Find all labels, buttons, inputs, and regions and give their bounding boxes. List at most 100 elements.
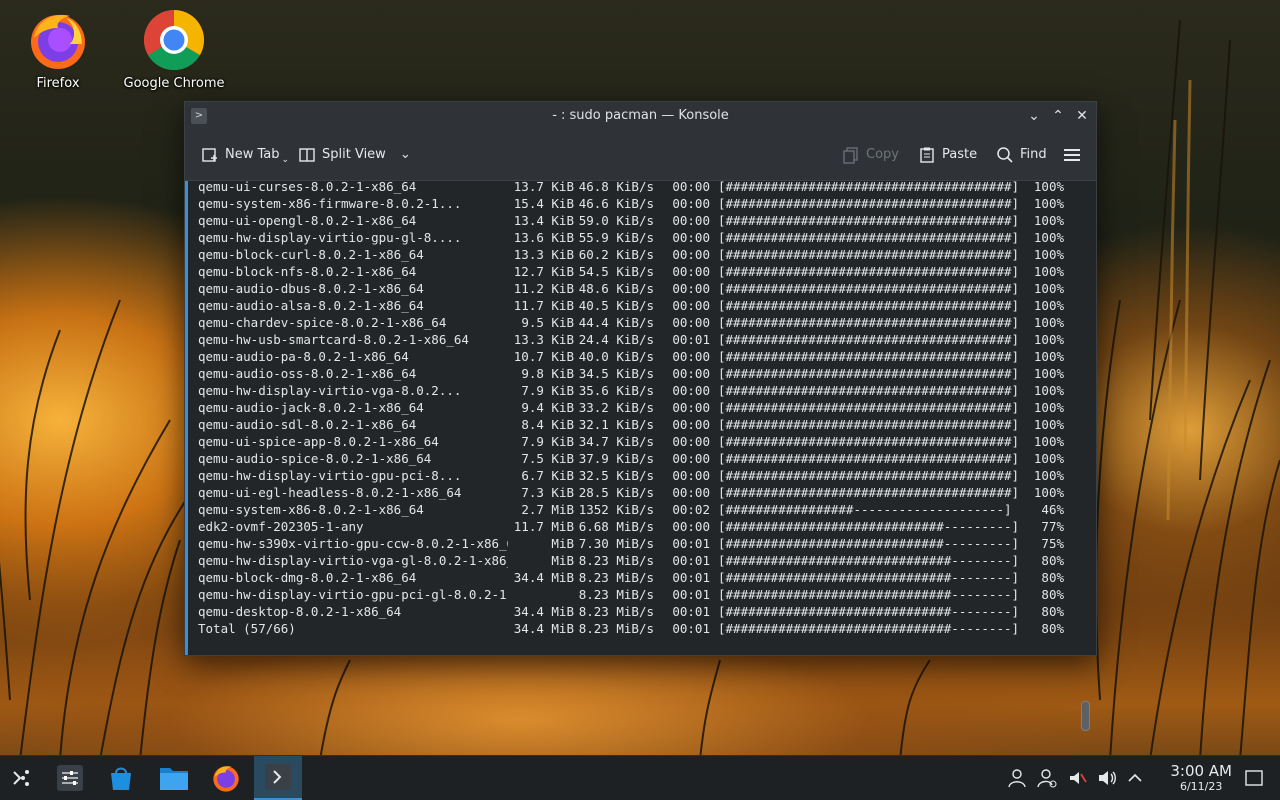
terminal-cell-pct: 100% [1033,400,1064,415]
terminal-cell-size: 9.5 KiB [521,315,574,330]
desktop-icon-google-chrome[interactable]: Google Chrome [119,8,229,91]
terminal-cell-size: 6.7 KiB [521,468,574,483]
terminal-cell-size: MiB [551,553,574,568]
terminal-cell-rate: 60.2 KiB/s [578,247,654,262]
clock[interactable]: 3:00 AM 6/11/23 [1170,762,1232,793]
terminal-line: qemu-block-curl-8.0.2-1-x86_64 13.3 KiB 60… [198,246,1064,263]
terminal-cell-rate: 40.5 KiB/s [578,298,654,313]
copy-label: Copy [866,147,899,162]
terminal-cell-pct: 100% [1033,417,1064,432]
terminal-cell-name: qemu-system-x86-firmware-8.0.2-1... [198,196,462,211]
terminal-cell-pct: 80% [1041,621,1064,636]
terminal-cell-rate: 8.23 MiB/s [578,570,654,585]
window-titlebar[interactable]: > - : sudo pacman — Konsole ⌄ ⌃ ✕ [185,102,1096,130]
terminal-cell-time: 00:01 [672,604,710,619]
show-desktop-icon[interactable] [1244,768,1264,788]
terminal-cell-name: qemu-chardev-spice-8.0.2-1-x86_64 [198,315,447,330]
terminal-cell-bar: [######################################] [718,485,1020,500]
chevron-down-icon: ⌄ [399,147,411,162]
terminal-cell-pct: 100% [1033,434,1064,449]
terminal-cell-size: 10.7 KiB [513,349,574,364]
terminal-line: qemu-ui-spice-app-8.0.2-1-x86_64 7.9 KiB 3… [198,433,1064,450]
terminal-cell-size: 12.7 KiB [513,264,574,279]
terminal-scrollbar[interactable] [1081,701,1090,731]
volume-icon[interactable] [1097,768,1117,788]
copy-icon [842,146,860,164]
terminal-cell-time: 00:01 [672,621,710,636]
close-button[interactable]: ✕ [1072,106,1092,126]
application-launcher-button[interactable] [0,756,44,800]
split-view-icon [298,146,316,164]
terminal-cell-bar: [######################################] [718,315,1020,330]
terminal-line: qemu-audio-spice-8.0.2-1-x86_64 7.5 KiB 37… [198,450,1064,467]
terminal-cell-pct: 100% [1033,247,1064,262]
find-label: Find [1020,147,1047,162]
terminal-cell-name: qemu-audio-pa-8.0.2-1-x86_64 [198,349,409,364]
terminal-line: qemu-system-x86-firmware-8.0.2-1... 15.4 … [198,195,1064,212]
terminal-cell-size: 13.3 KiB [513,247,574,262]
terminal-cell-time: 00:01 [672,553,710,568]
terminal-cell-bar: [##############################--------] [718,621,1020,636]
terminal-cell-name: qemu-block-nfs-8.0.2-1-x86_64 [198,264,417,279]
new-tab-button[interactable]: New Tab ⌄ [201,144,289,166]
terminal-cell-bar: [######################################] [718,281,1020,296]
terminal-cell-size: 7.9 KiB [521,383,574,398]
taskbar: 3:00 AM 6/11/23 [0,755,1280,800]
terminal-cell-pct: 100% [1033,213,1064,228]
terminal-cell-bar: [######################################] [718,196,1020,211]
terminal-line: qemu-desktop-8.0.2-1-x86_64 34.4 MiB 8.23 … [198,603,1064,620]
terminal-line: qemu-block-nfs-8.0.2-1-x86_64 12.7 KiB 54.… [198,263,1064,280]
terminal-line: qemu-hw-display-virtio-vga-8.0.2... 7.9 K… [198,382,1064,399]
terminal-cell-bar: [##############################--------] [718,604,1020,619]
user-switch-icon[interactable] [1037,768,1057,788]
terminal-line: qemu-audio-jack-8.0.2-1-x86_64 9.4 KiB 33.… [198,399,1064,416]
terminal-cell-size: 7.5 KiB [521,451,574,466]
terminal-line: qemu-hw-usb-smartcard-8.0.2-1-x86_64 13.3… [198,331,1064,348]
terminal-cell-rate: 34.5 KiB/s [578,366,654,381]
terminal-cell-rate: 32.1 KiB/s [578,417,654,432]
terminal-cell-pct: 100% [1033,298,1064,313]
terminal-cell-bar: [##############################--------] [718,570,1020,585]
terminal-area[interactable]: qemu-ui-curses-8.0.2-1-x86_64 13.7 KiB 46.… [185,179,1096,731]
hamburger-menu-button[interactable] [1063,144,1081,166]
terminal-line: qemu-hw-display-virtio-vga-gl-8.0.2-1-x8… [198,552,1064,569]
terminal-cell-size: 2.7 MiB [521,502,574,517]
terminal-cell-rate: 8.23 MiB/s [578,621,654,636]
terminal-cell-pct: 77% [1041,519,1064,534]
system-settings-icon [57,765,83,791]
terminal-cell-name: qemu-hw-usb-smartcard-8.0.2-1-x86_64 [198,332,469,347]
microphone-muted-icon[interactable] [1067,768,1087,788]
terminal-cell-name: qemu-audio-oss-8.0.2-1-x86_64 [198,366,417,381]
terminal-cell-rate: 48.6 KiB/s [578,281,654,296]
terminal-cell-size: 13.4 KiB [513,213,574,228]
firefox-taskbar-button[interactable] [204,756,248,800]
minimize-button[interactable]: ⌄ [1024,106,1044,126]
terminal-cell-bar: [#############################---------] [718,519,1020,534]
terminal-cell-pct: 80% [1041,570,1064,585]
find-button[interactable]: Find [996,144,1047,166]
clock-time: 3:00 AM [1170,762,1232,780]
desktop-icon-firefox[interactable]: Firefox [3,8,113,91]
terminal-cell-size: 7.9 KiB [521,434,574,449]
firefox-icon [213,766,239,792]
discover-button[interactable] [99,756,143,800]
system-settings-button[interactable] [48,756,92,800]
terminal-cell-size: 34.4 MiB [513,604,574,619]
terminal-cell-size: 11.7 MiB [513,519,574,534]
split-view-button[interactable]: Split View ⌄ [298,144,411,166]
paste-button[interactable]: Paste [918,144,977,166]
konsole-toolbar: New Tab ⌄ Split View ⌄ Copy Paste Find [185,130,1096,181]
terminal-cell-time: 00:01 [672,570,710,585]
terminal-cell-time: 00:00 [672,349,710,364]
copy-button[interactable]: Copy [842,144,899,166]
user-icon[interactable] [1007,768,1027,788]
show-hidden-icons-chevron-icon[interactable] [1125,768,1145,788]
terminal-line: qemu-hw-s390x-virtio-gpu-ccw-8.0.2-1-x86… [198,535,1064,552]
file-manager-button[interactable] [152,756,196,800]
terminal-cell-size: 34.4 MiB [513,621,574,636]
terminal-cell-bar: [##############################--------] [718,587,1020,602]
terminal-cell-pct: 46% [1041,502,1064,517]
terminal-cell-size: 9.8 KiB [521,366,574,381]
maximize-button[interactable]: ⌃ [1048,106,1068,126]
konsole-taskbar-button[interactable] [254,756,302,800]
